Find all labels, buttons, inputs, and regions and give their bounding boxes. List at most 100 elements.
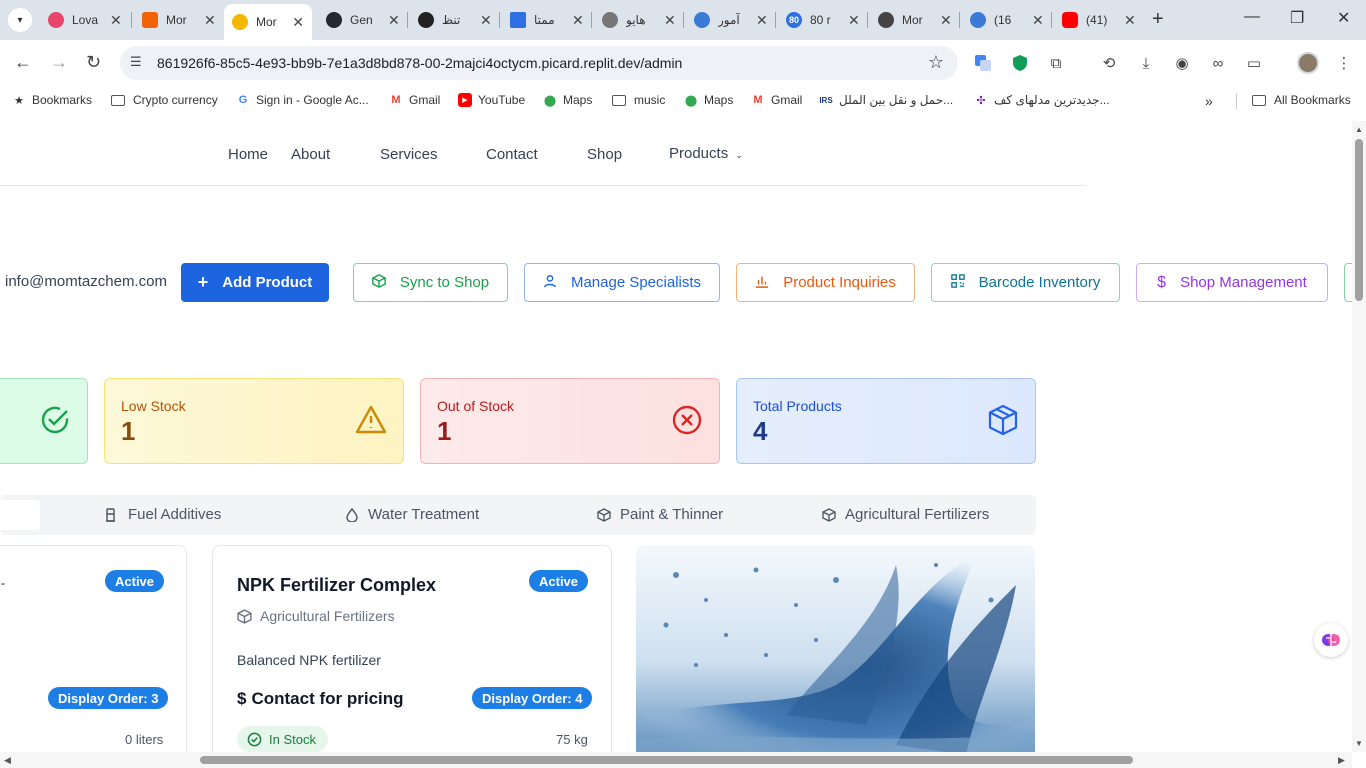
folder-icon — [1252, 94, 1266, 106]
package-icon — [988, 404, 1018, 436]
tab-fuel-additives[interactable]: Fuel Additives — [105, 506, 221, 523]
close-icon[interactable]: ✕ — [940, 12, 952, 29]
scroll-thumb[interactable] — [200, 756, 1133, 764]
bookmark-item[interactable]: M Gmail — [751, 93, 802, 107]
product-card[interactable]: Active - Display Order: 3 0 liters — [0, 545, 187, 752]
shop-management-button[interactable]: $ Shop Management — [1136, 263, 1328, 302]
close-icon[interactable]: ✕ — [388, 12, 400, 29]
browser-tab[interactable]: Lova ✕ — [40, 6, 130, 34]
tab-paint-thinner[interactable]: Paint & Thinner — [597, 506, 723, 523]
add-product-button[interactable]: + Add Product — [181, 263, 329, 302]
product-card[interactable]: NPK Fertilizer Complex Active Agricultur… — [212, 545, 612, 752]
bookmark-item[interactable]: M Gmail — [389, 93, 440, 107]
browser-tab[interactable]: (16 ✕ — [962, 6, 1052, 34]
screenshot-icon[interactable]: ◉ — [1172, 53, 1192, 73]
profile-avatar[interactable] — [1297, 52, 1319, 74]
minimize-button[interactable]: — — [1244, 8, 1260, 26]
nav-shop[interactable]: Shop — [587, 146, 622, 163]
menu-icon[interactable]: ⋮ — [1334, 53, 1354, 73]
manage-specialists-button[interactable]: Manage Specialists — [524, 263, 720, 302]
nav-services[interactable]: Services — [380, 146, 438, 163]
close-icon[interactable]: ✕ — [204, 12, 216, 29]
browser-tab[interactable]: هایو ✕ — [594, 6, 684, 34]
bookmark-label: Sign in - Google Ac... — [256, 93, 369, 107]
scroll-down-icon[interactable]: ▼ — [1355, 739, 1363, 748]
scroll-right-icon[interactable]: ▶ — [1338, 755, 1345, 766]
browser-tab[interactable]: (41) ✕ — [1054, 6, 1144, 34]
tab-agricultural-fertilizers[interactable]: Agricultural Fertilizers — [822, 506, 989, 523]
more-actions-button[interactable] — [1344, 263, 1352, 302]
bookmark-label: YouTube — [478, 93, 526, 107]
package-icon — [597, 507, 611, 522]
back-button[interactable]: ← — [14, 52, 32, 73]
bookmark-item[interactable]: ⬤ Maps — [543, 93, 593, 107]
cast-icon[interactable]: ▭ — [1244, 53, 1264, 73]
nav-products-dropdown[interactable]: Products ⌄ — [669, 145, 743, 162]
scroll-left-icon[interactable]: ◀ — [4, 755, 11, 766]
more-bookmarks-icon[interactable]: » — [1205, 93, 1213, 109]
close-icon[interactable]: ✕ — [110, 12, 122, 29]
tab-search-button[interactable]: ▾ — [8, 8, 32, 32]
horizontal-scrollbar[interactable]: ◀ ▶ — [0, 752, 1352, 768]
vertical-scrollbar[interactable]: ▲ ▼ — [1352, 121, 1366, 752]
product-inquiries-button[interactable]: Product Inquiries — [736, 263, 915, 302]
new-tab-button[interactable]: + — [1152, 8, 1164, 31]
close-icon[interactable]: ✕ — [572, 12, 584, 29]
bookmark-star-icon[interactable]: ☆ — [928, 52, 944, 73]
close-window-button[interactable]: ✕ — [1337, 8, 1350, 28]
all-bookmarks[interactable]: All Bookmarks — [1252, 93, 1351, 107]
tab-water-treatment[interactable]: Water Treatment — [345, 506, 479, 523]
download-icon[interactable]: ⤓ — [1136, 53, 1156, 73]
close-icon[interactable]: ✕ — [292, 14, 304, 31]
bookmark-item[interactable]: ★ Bookmarks — [12, 93, 92, 107]
bookmark-item[interactable]: music — [612, 93, 665, 107]
star-icon: ★ — [14, 94, 24, 107]
tab-all[interactable] — [0, 500, 40, 530]
browser-tab[interactable]: تنظ ✕ — [410, 6, 500, 34]
bookmark-item[interactable]: ✣ جدیدترین مدلهای کف... — [974, 93, 1109, 107]
browser-tab[interactable]: 80 80 r ✕ — [778, 6, 868, 34]
scroll-thumb[interactable] — [1355, 139, 1363, 301]
bookmark-item[interactable]: ▶ YouTube — [458, 93, 525, 107]
history-icon[interactable]: ⟲ — [1099, 53, 1119, 73]
bookmark-item[interactable]: ⬤ Maps — [684, 93, 734, 107]
warning-icon — [355, 405, 387, 434]
site-info-icon[interactable]: ☰ — [130, 54, 142, 70]
scroll-up-icon[interactable]: ▲ — [1355, 125, 1363, 134]
link-icon[interactable]: ∞ — [1208, 53, 1228, 73]
browser-tab[interactable]: Mor ✕ — [870, 6, 960, 34]
close-icon[interactable]: ✕ — [480, 12, 492, 29]
reload-button[interactable]: ↻ — [86, 52, 101, 73]
close-icon[interactable]: ✕ — [1032, 12, 1044, 29]
bookmark-item[interactable]: G Sign in - Google Ac... — [236, 93, 369, 107]
extensions-icon[interactable]: ⧉ — [1046, 53, 1066, 73]
browser-tab[interactable]: Gen ✕ — [318, 6, 408, 34]
product-image-water[interactable] — [636, 545, 1035, 752]
nav-contact[interactable]: Contact — [486, 146, 538, 163]
water-splash-image — [636, 545, 1035, 752]
globe-icon — [602, 12, 618, 28]
restore-button[interactable]: ❐ — [1290, 8, 1304, 28]
bookmark-item[interactable]: IRS حمل و نقل بین الملل... — [819, 93, 953, 107]
forward-button[interactable]: → — [50, 52, 68, 73]
close-icon[interactable]: ✕ — [848, 12, 860, 29]
ai-assistant-button[interactable] — [1314, 623, 1348, 657]
translate-icon[interactable] — [973, 53, 993, 73]
button-label: Add Product — [222, 274, 313, 291]
url-text[interactable]: 861926f6-85c5-4e93-bb9b-7e1a3d8bd878-00-… — [157, 55, 682, 71]
sync-to-shop-button[interactable]: Sync to Shop — [353, 263, 508, 302]
close-icon[interactable]: ✕ — [1124, 12, 1136, 29]
browser-tab[interactable]: آمور ✕ — [686, 6, 776, 34]
nav-about[interactable]: About — [291, 146, 330, 163]
barcode-inventory-button[interactable]: Barcode Inventory — [931, 263, 1120, 302]
browser-tab[interactable]: ممتا ✕ — [502, 6, 592, 34]
close-icon[interactable]: ✕ — [664, 12, 676, 29]
address-bar[interactable]: ☰ 861926f6-85c5-4e93-bb9b-7e1a3d8bd878-0… — [120, 46, 958, 80]
close-icon[interactable]: ✕ — [756, 12, 768, 29]
bookmark-item[interactable]: Crypto currency — [111, 93, 218, 107]
bookmark-label: music — [634, 93, 666, 107]
browser-tab-active[interactable]: Mor ✕ — [224, 4, 312, 40]
browser-tab[interactable]: Mor ✕ — [134, 6, 224, 34]
nav-home[interactable]: Home — [228, 146, 268, 163]
shield-extension-icon[interactable] — [1010, 53, 1030, 73]
